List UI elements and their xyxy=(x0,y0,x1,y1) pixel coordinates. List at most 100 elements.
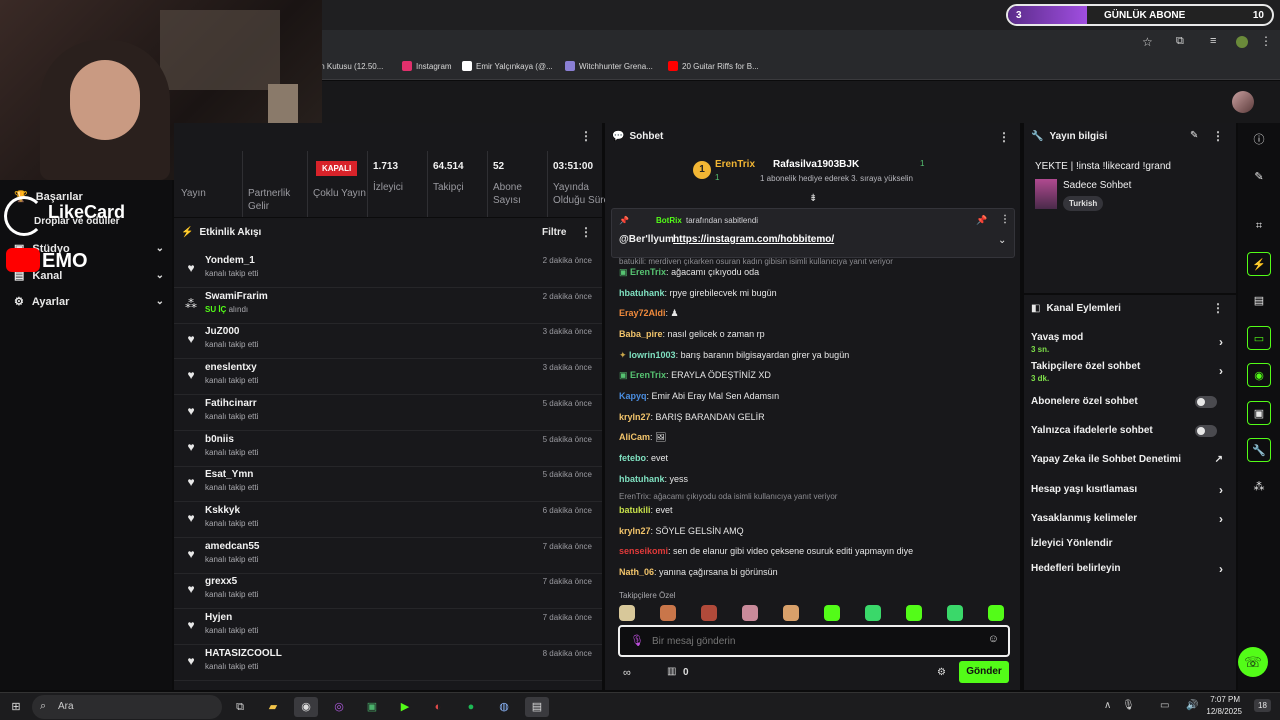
unpin-icon[interactable]: 📌 xyxy=(976,215,987,226)
gifter-name[interactable]: ErenTrix xyxy=(715,159,755,170)
channel-action-item[interactable]: Abonelere özel sohbet xyxy=(1031,396,1229,418)
channel-action-item[interactable]: Yalnızca ifadelerle sohbet xyxy=(1031,425,1229,447)
emote-icon[interactable] xyxy=(742,605,758,621)
chat-input[interactable] xyxy=(652,633,972,649)
emote-icon[interactable] xyxy=(660,605,676,621)
support-icon[interactable]: ☏ xyxy=(1238,647,1268,677)
chat-username[interactable]: kryln27 xyxy=(619,412,651,422)
chrome-icon[interactable]: ◉ xyxy=(294,697,318,717)
menu-icon[interactable]: ⋮ xyxy=(1260,34,1272,48)
edit-icon[interactable]: ✎ xyxy=(1190,130,1198,141)
broadcast-icon[interactable]: ◉ xyxy=(1247,363,1271,387)
activity-username[interactable]: JuZ000 xyxy=(205,326,239,337)
profile-icon[interactable] xyxy=(1236,36,1248,48)
filter-button[interactable]: Filtre xyxy=(542,227,566,238)
activity-item[interactable]: ♥ b0niis kanalı takip etti 5 dakika önce xyxy=(174,431,602,467)
chat-username[interactable]: ErenTrix xyxy=(630,370,666,380)
emoji-icon[interactable]: ☺ xyxy=(988,633,999,645)
task-view-icon[interactable]: ⧉ xyxy=(228,697,252,717)
file-explorer-icon[interactable]: ▰ xyxy=(261,697,285,717)
gift-icon[interactable]: ▥ xyxy=(667,666,676,677)
chat-username[interactable]: senseikomi xyxy=(619,546,668,556)
activity-item[interactable]: ♥ Yondem_1 kanalı takip etti 2 dakika önce xyxy=(174,252,602,288)
crop-icon[interactable]: ⌗ xyxy=(1247,214,1271,238)
layout-icon[interactable]: ▣ xyxy=(1247,401,1271,425)
info-icon[interactable]: ⓘ xyxy=(1247,128,1271,152)
activity-username[interactable]: SwamiFrarim xyxy=(205,291,268,302)
chat-username[interactable]: Baba_pire xyxy=(619,329,663,339)
activity-username[interactable]: amedcan55 xyxy=(205,541,259,552)
document-icon[interactable]: ▤ xyxy=(1247,289,1271,313)
channel-action-item[interactable]: Takipçilere özel sohbet 3 dk. › xyxy=(1031,361,1229,383)
obs-icon[interactable]: ◎ xyxy=(327,697,351,717)
channel-action-item[interactable]: Yasaklanmış kelimeler › xyxy=(1031,512,1229,535)
chevron-down-icon[interactable]: ⌄ xyxy=(998,235,1006,246)
more-icon[interactable]: ⋮ xyxy=(998,130,1010,144)
chat-username[interactable]: kryln27 xyxy=(619,526,651,536)
star-icon[interactable]: ☆ xyxy=(1142,35,1153,49)
bolt-icon[interactable]: ⚡ xyxy=(1247,252,1271,276)
chat-username[interactable]: Eray72Aldi xyxy=(619,308,666,318)
activity-username[interactable]: Esat_Ymn xyxy=(205,469,253,480)
channel-action-item[interactable]: Yavaş mod 3 sn. › xyxy=(1031,332,1229,354)
activity-item[interactable]: ⁂ SwamiFrarim SU İÇ alındı 2 dakika önce xyxy=(174,288,602,324)
activity-item[interactable]: ♥ amedcan55 kanalı takip etti 7 dakika önce xyxy=(174,538,602,574)
chat-username[interactable]: ErenTrix xyxy=(630,267,666,277)
chat-icon[interactable]: ▭ xyxy=(1247,326,1271,350)
chat-settings-icon[interactable]: ⚙ xyxy=(937,667,946,678)
activity-username[interactable]: Yondem_1 xyxy=(205,255,255,266)
pinned-link[interactable]: https://instagram.com/hobbitemo/ xyxy=(673,234,834,245)
app3-icon[interactable]: ▤ xyxy=(525,697,549,717)
mic-tray-icon[interactable]: 🎙 xyxy=(1122,700,1135,711)
emote-icon[interactable] xyxy=(906,605,922,621)
chat-username[interactable]: batukili xyxy=(619,505,651,515)
steam-icon[interactable]: ◍ xyxy=(492,697,516,717)
nav-settings[interactable]: ⚙ Ayarlar ⌄ xyxy=(14,295,164,309)
mic-icon[interactable]: 🎙 xyxy=(630,634,644,647)
chat-input-wrap[interactable]: 🎙 ☺ xyxy=(618,625,1010,657)
extensions-icon[interactable]: ⧉ xyxy=(1176,35,1184,48)
activity-item[interactable]: ♥ HATASIZCOOLL kanalı takip etti 8 dakika ö… xyxy=(174,645,602,681)
bookmark-item[interactable]: Witchhunter Grena... xyxy=(565,61,653,71)
user-avatar[interactable] xyxy=(1232,91,1254,113)
tag-badge[interactable]: Turkish xyxy=(1063,196,1104,211)
emote-icon[interactable] xyxy=(988,605,1004,621)
bookmark-item[interactable]: Emir Yalçınkaya (@... xyxy=(462,61,553,71)
toggle-switch[interactable] xyxy=(1195,425,1217,437)
activity-username[interactable]: eneslentxy xyxy=(205,362,257,373)
more-icon[interactable]: ⋮ xyxy=(580,129,592,143)
activity-item[interactable]: ♥ Esat_Ymn kanalı takip etti 5 dakika önce xyxy=(174,466,602,503)
channel-action-item[interactable]: Hedefleri belirleyin › xyxy=(1031,562,1229,585)
app2-icon[interactable]: ◐ xyxy=(426,697,450,717)
spotify-icon[interactable]: ● xyxy=(459,697,483,717)
gift-recipient[interactable]: Rafasilva1903BJK xyxy=(773,159,859,170)
channel-action-item[interactable]: İzleyici Yönlendir xyxy=(1031,538,1229,560)
emote-icon[interactable] xyxy=(619,605,635,621)
emote-icon[interactable] xyxy=(947,605,963,621)
activity-username[interactable]: Fatihcinarr xyxy=(205,398,257,409)
points-icon[interactable]: ∞ xyxy=(623,667,631,679)
activity-username[interactable]: HATASIZCOOLL xyxy=(205,648,282,659)
bookmark-item[interactable]: Instagram xyxy=(402,61,452,71)
activity-username[interactable]: Kskkyk xyxy=(205,505,240,516)
more-icon[interactable]: ⋮ xyxy=(580,225,592,239)
chat-username[interactable]: hbatuhank xyxy=(619,474,665,484)
wrench-icon[interactable]: 🔧 xyxy=(1247,438,1271,462)
emote-icon[interactable] xyxy=(701,605,717,621)
activity-item[interactable]: ♥ grexx5 kanalı takip etti 7 dakika önce xyxy=(174,573,602,610)
activity-username[interactable]: grexx5 xyxy=(205,576,237,587)
category-name[interactable]: Sadece Sohbet xyxy=(1063,180,1131,191)
chat-username[interactable]: fetebo xyxy=(619,453,646,463)
send-button[interactable]: Gönder xyxy=(959,661,1009,683)
chat-username[interactable]: AliCam xyxy=(619,432,650,442)
activity-username[interactable]: Hyjen xyxy=(205,612,232,623)
notification-badge[interactable]: 18 xyxy=(1254,699,1271,712)
chat-username[interactable]: Kapyq xyxy=(619,391,647,401)
more-icon[interactable]: ⋮ xyxy=(1212,129,1224,143)
volume-icon[interactable]: 🔊 xyxy=(1186,700,1198,711)
toggle-switch[interactable] xyxy=(1195,396,1217,408)
emote-icon[interactable] xyxy=(824,605,840,621)
activity-item[interactable]: ♥ JuZ000 kanalı takip etti 3 dakika önce xyxy=(174,323,602,360)
activity-item[interactable]: ♥ Kskkyk kanalı takip etti 6 dakika önce xyxy=(174,502,602,538)
edit-icon[interactable]: ✎ xyxy=(1247,165,1271,189)
